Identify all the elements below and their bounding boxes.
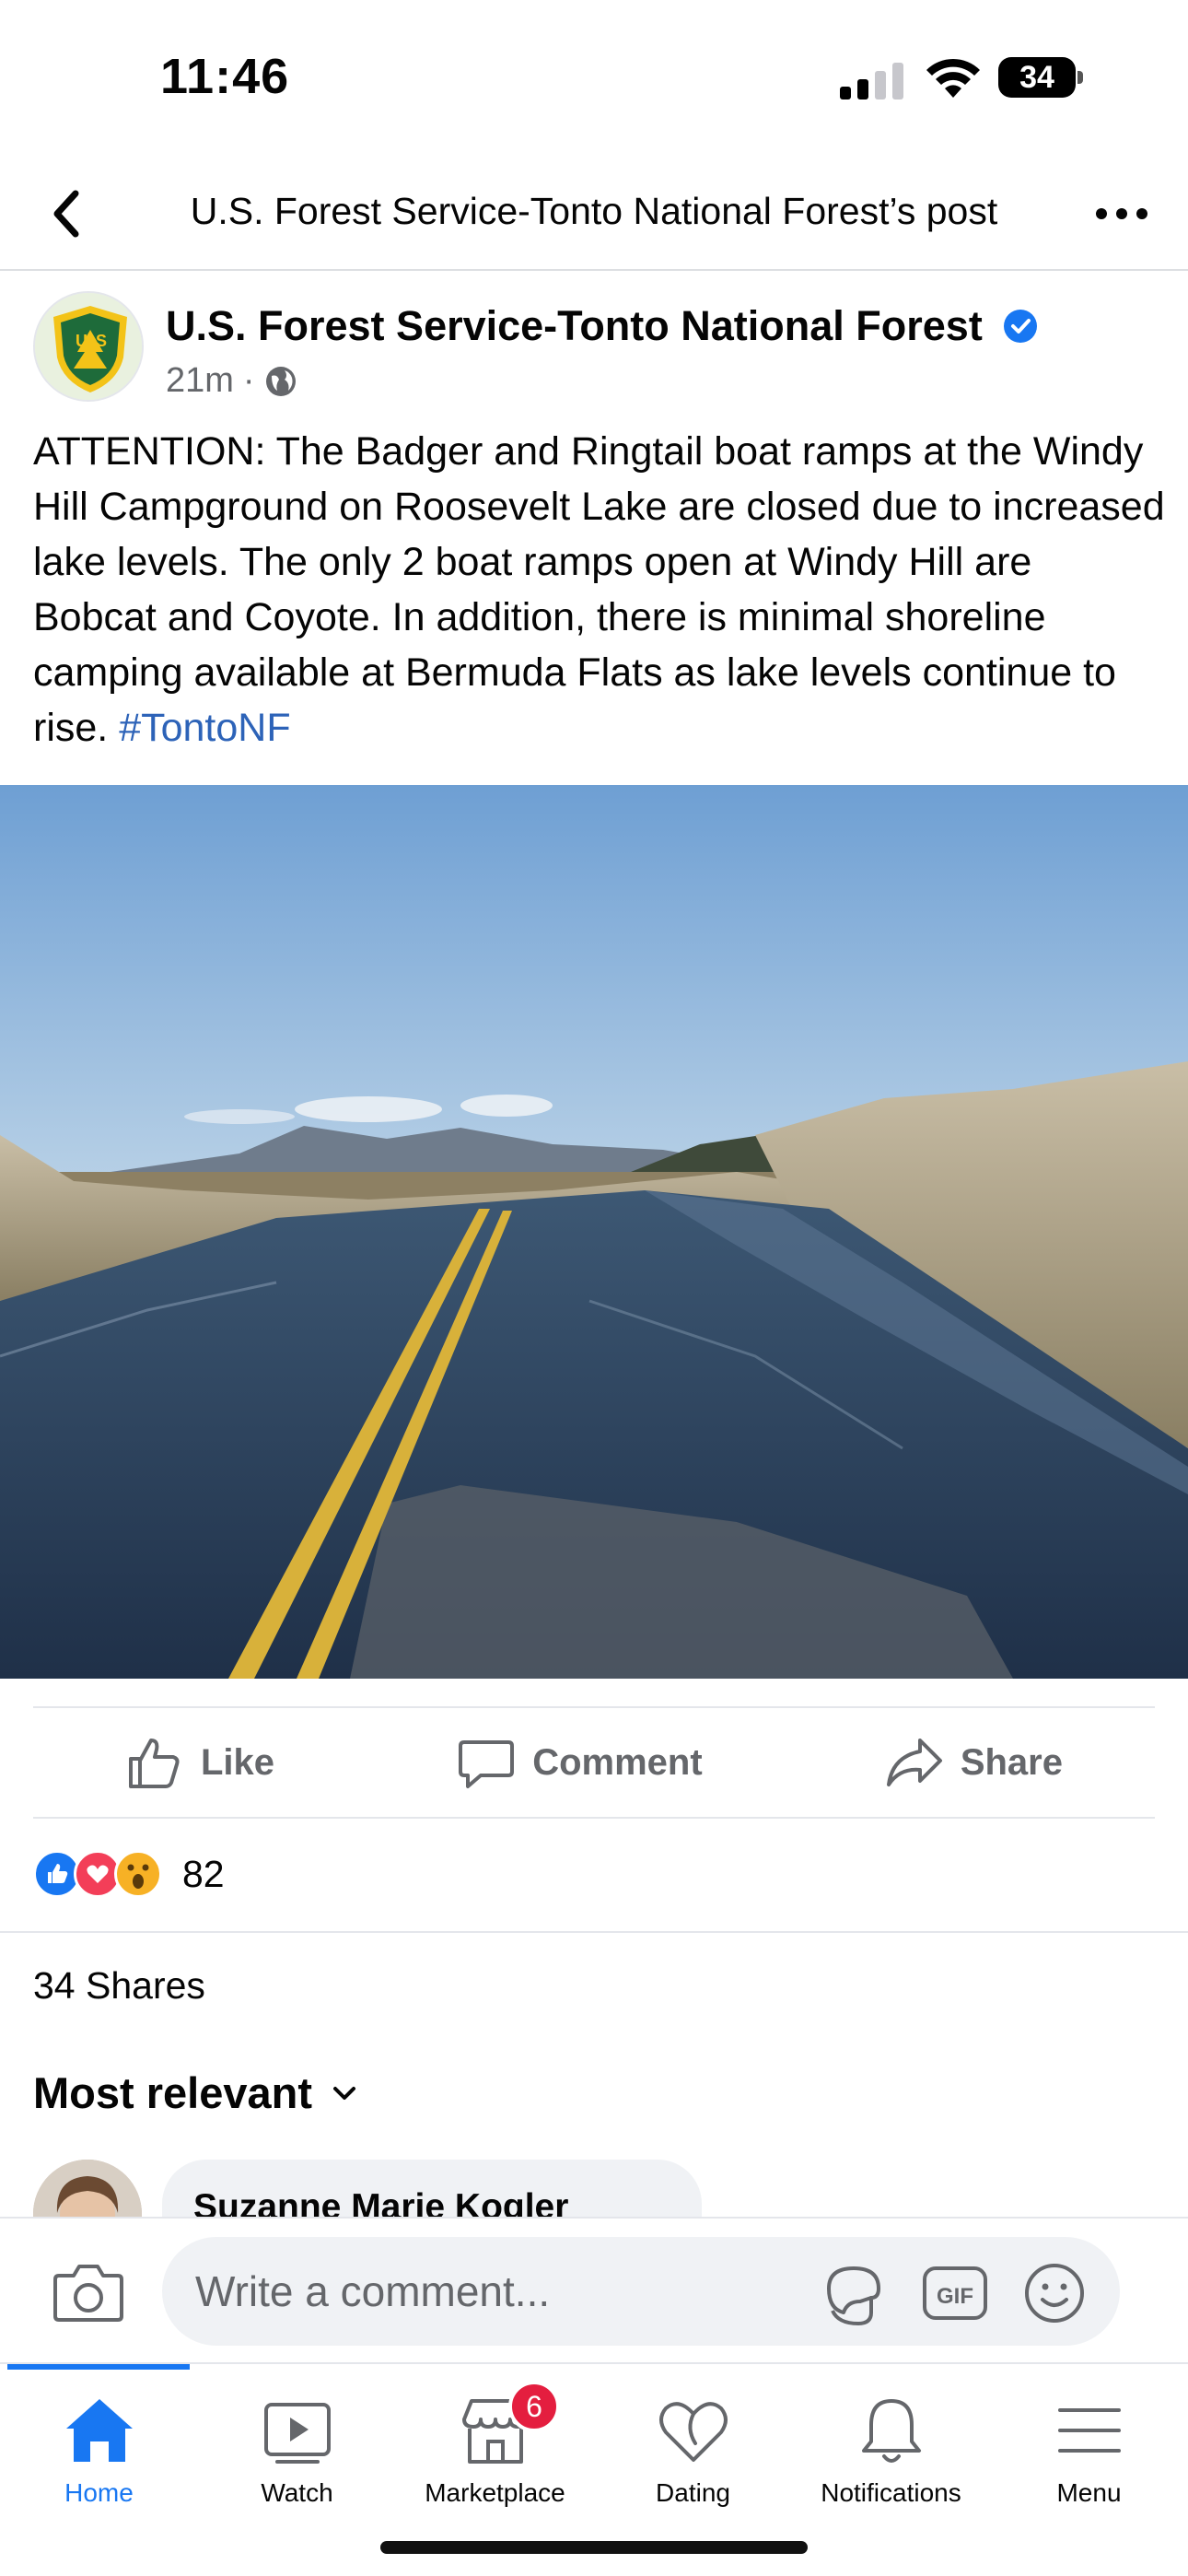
wow-reaction-icon <box>114 1850 162 1898</box>
camera-icon[interactable] <box>52 2259 125 2324</box>
reaction-count: 82 <box>182 1852 225 1895</box>
hashtag-link[interactable]: #TontoNF <box>119 706 290 750</box>
home-indicator[interactable] <box>380 2541 808 2554</box>
nav-notifications[interactable]: Notifications <box>792 2392 990 2508</box>
nav-notifications-label: Notifications <box>821 2478 961 2507</box>
nav-menu[interactable]: Menu <box>990 2392 1188 2508</box>
svg-text:S: S <box>96 332 107 350</box>
svg-text:U: U <box>76 332 87 350</box>
shares-count[interactable]: 34 Shares <box>33 1964 205 2008</box>
author-name-text[interactable]: U.S. Forest Service-Tonto National Fores… <box>166 302 983 349</box>
bell-icon <box>861 2399 921 2463</box>
like-label: Like <box>201 1741 275 1783</box>
divider <box>0 1931 1188 1933</box>
nav-watch[interactable]: Watch <box>198 2392 396 2508</box>
comment-label: Comment <box>532 1741 703 1783</box>
wifi-icon <box>926 58 980 98</box>
svg-text:GIF: GIF <box>937 2284 973 2309</box>
reactions-summary[interactable]: 82 <box>33 1846 225 1902</box>
nav-marketplace-label: Marketplace <box>425 2478 565 2507</box>
nav-marketplace[interactable]: 6 Marketplace <box>396 2381 594 2508</box>
gif-icon[interactable]: GIF <box>921 2263 989 2324</box>
flooded-road-photo <box>0 785 1188 1679</box>
verified-badge-icon <box>1004 310 1038 343</box>
page-avatar[interactable]: U S <box>33 291 144 402</box>
battery-icon: 34 <box>998 57 1083 98</box>
nav-menu-label: Menu <box>1056 2478 1122 2507</box>
post-text: ATTENTION: The Badger and Ringtail boat … <box>33 429 1165 750</box>
chevron-down-icon <box>332 2086 355 2100</box>
post-actions: Like Comment Share <box>33 1706 1155 1819</box>
page-title: U.S. Forest Service-Tonto National Fores… <box>190 190 998 232</box>
author-name[interactable]: U.S. Forest Service-Tonto National Fores… <box>166 302 1038 350</box>
comment-composer: GIF <box>0 2217 1188 2362</box>
home-icon <box>65 2399 133 2462</box>
forest-service-shield-logo: U S <box>35 293 142 400</box>
like-button[interactable]: Like <box>125 1733 274 1792</box>
emoji-icon[interactable] <box>1022 2261 1087 2325</box>
active-tab-indicator <box>7 2364 190 2370</box>
thumbs-up-icon <box>129 1739 180 1788</box>
watch-icon <box>263 2403 331 2464</box>
nav-watch-label: Watch <box>261 2478 333 2507</box>
meta-separator: · <box>242 361 255 400</box>
nav-dating-label: Dating <box>656 2478 730 2507</box>
share-icon <box>886 1739 942 1786</box>
sort-label: Most relevant <box>33 2068 312 2117</box>
sticker-icon[interactable] <box>820 2261 888 2329</box>
share-label: Share <box>960 1741 1063 1783</box>
status-time: 11:46 <box>160 49 290 104</box>
post-photo[interactable] <box>0 785 1188 1679</box>
menu-icon <box>1057 2408 1121 2453</box>
signal-icon <box>840 63 903 100</box>
status-bar: 11:46 34 <box>0 0 1188 157</box>
battery-level: 34 <box>998 57 1076 98</box>
comment-button[interactable]: Comment <box>457 1733 703 1792</box>
nav-home-label: Home <box>64 2478 134 2507</box>
post-header-bar: U.S. Forest Service-Tonto National Fores… <box>0 157 1188 271</box>
comment-icon <box>459 1740 515 1788</box>
nav-dating[interactable]: Dating <box>594 2392 792 2508</box>
post-body: ATTENTION: The Badger and Ringtail boat … <box>33 424 1166 755</box>
globe-icon <box>265 366 296 396</box>
nav-home[interactable]: Home <box>0 2392 198 2508</box>
more-options-icon[interactable] <box>1092 192 1151 236</box>
marketplace-badge: 6 <box>508 2381 560 2432</box>
post-time[interactable]: 21m <box>166 361 234 401</box>
dating-icon <box>658 2402 728 2462</box>
post-meta: 21m · <box>166 361 297 401</box>
comment-sort-dropdown[interactable]: Most relevant <box>33 2067 360 2118</box>
share-button[interactable]: Share <box>885 1733 1063 1792</box>
back-icon[interactable] <box>44 184 88 243</box>
